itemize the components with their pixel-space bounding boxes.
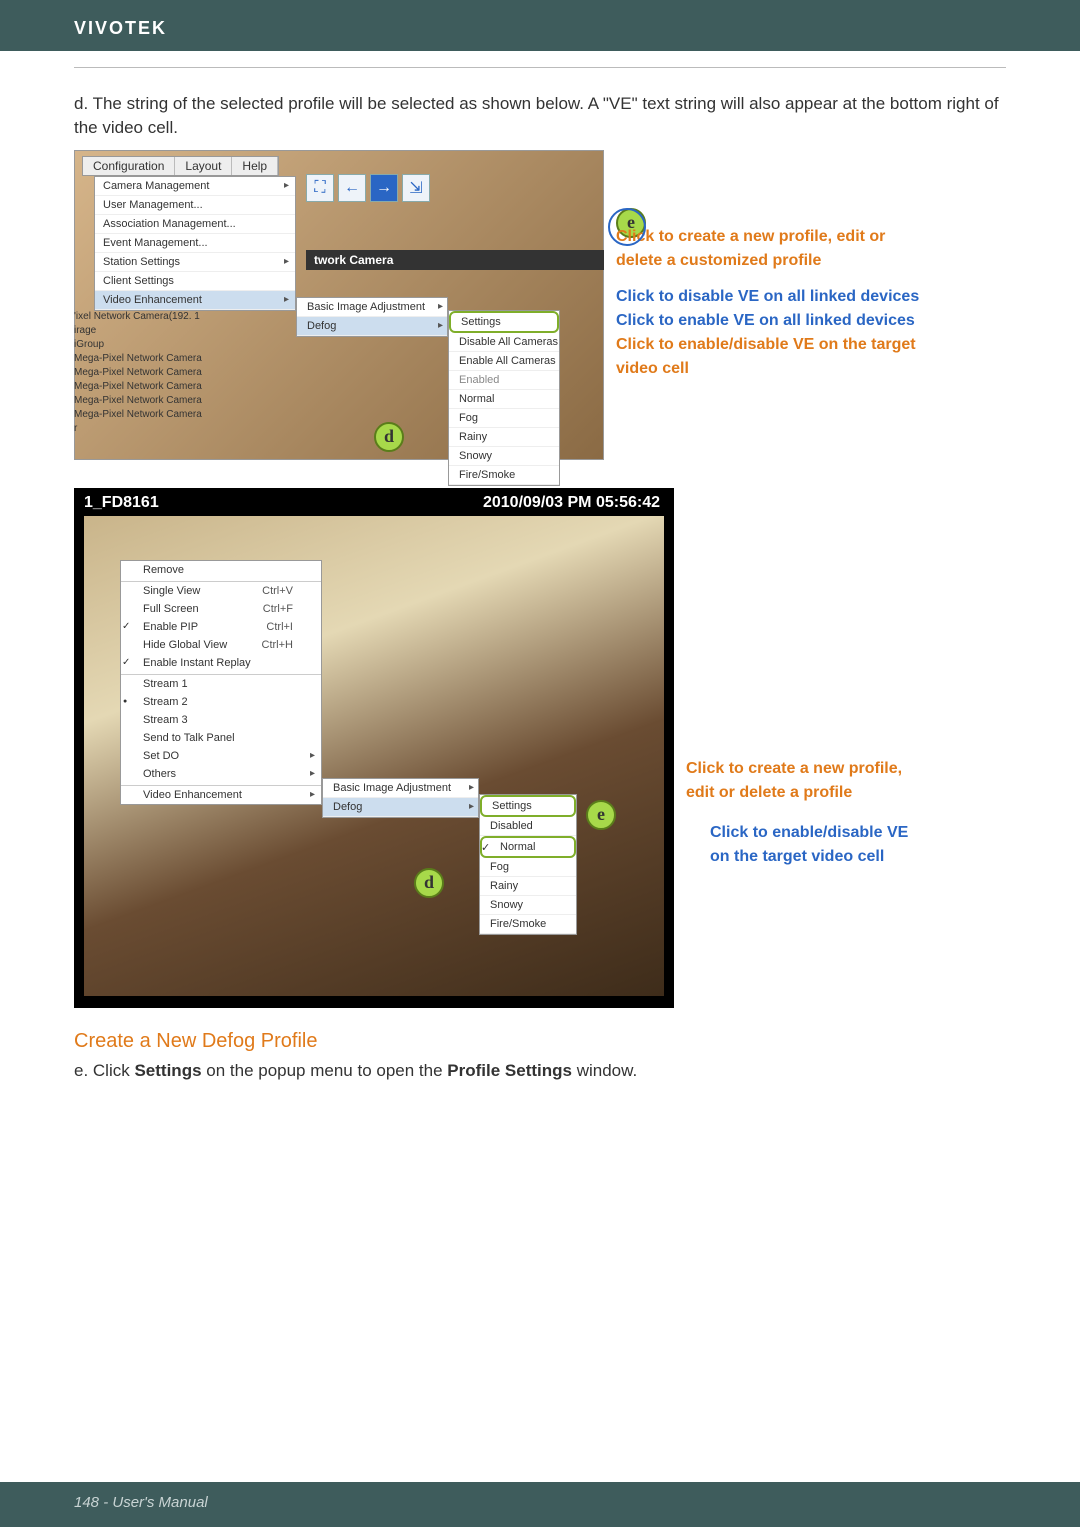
video-timestamp: 2010/09/03 PM 05:56:42: [483, 494, 660, 512]
toolbar: ⛶ ← → ⇲: [306, 174, 430, 202]
defog2-normal[interactable]: ✓Normal: [480, 836, 576, 858]
ann1-enable: Click to enable VE on all linked devices: [616, 312, 919, 330]
ctx-item[interactable]: Video Enhancement: [121, 785, 321, 804]
ve-submenu[interactable]: Basic Image Adjustment Defog: [296, 297, 448, 337]
ctx-item[interactable]: Others: [121, 765, 321, 783]
ctx-item[interactable]: Stream 2●: [121, 693, 321, 711]
ann2-settings-a: Click to create a new profile,: [686, 760, 908, 778]
forward-icon[interactable]: →: [370, 174, 398, 202]
expand-icon[interactable]: ⛶: [306, 174, 334, 202]
ann1-target-b: video cell: [616, 360, 919, 378]
defog-submenu[interactable]: Settings Disable All Cameras Enable All …: [448, 310, 560, 486]
menu-help[interactable]: Help: [232, 157, 278, 175]
brand-header: VIVOTEK: [0, 0, 1080, 51]
header-separator: [74, 67, 1006, 68]
back-icon[interactable]: ←: [338, 174, 366, 202]
cam-item[interactable]: Mega-Pixel Network Camera: [74, 408, 202, 422]
defog2-snowy[interactable]: Snowy: [480, 896, 576, 915]
camera-tree[interactable]: 'ixel Network Camera(192. 1 irage iGroup…: [74, 310, 202, 436]
video-title: 1_FD8161: [84, 494, 159, 512]
ctx-item[interactable]: Single ViewCtrl+V: [121, 581, 321, 600]
menu-layout[interactable]: Layout: [175, 157, 232, 175]
defog2-firesmoke[interactable]: Fire/Smoke: [480, 915, 576, 934]
defog-settings[interactable]: Settings: [449, 311, 559, 333]
pin-icon[interactable]: ⇲: [402, 174, 430, 202]
defog-disable-all[interactable]: Disable All Cameras: [449, 333, 559, 352]
ann1-target-a: Click to enable/disable VE on the target: [616, 336, 919, 354]
ve-basic-image[interactable]: Basic Image Adjustment: [297, 298, 447, 317]
defog2-rainy[interactable]: Rainy: [480, 877, 576, 896]
defog2-fog[interactable]: Fog: [480, 858, 576, 877]
menu-event-mgmt[interactable]: Event Management...: [95, 234, 295, 253]
ann1-settings-a: Click to create a new profile, edit or: [616, 228, 919, 246]
badge-d: d: [374, 422, 404, 452]
ve-submenu-2[interactable]: Basic Image Adjustment Defog: [322, 778, 479, 818]
ann1-disable: Click to disable VE on all linked device…: [616, 288, 919, 306]
page-footer: 148 - User's Manual: [0, 1482, 1080, 1527]
camera-titlebar: twork Camera: [306, 250, 604, 270]
menu-video-enhancement[interactable]: Video Enhancement: [95, 291, 295, 310]
badge-e-2: e: [586, 800, 616, 830]
step-e-post: window.: [572, 1061, 637, 1080]
cam-item[interactable]: 'ixel Network Camera(192. 1: [74, 310, 202, 324]
ann1-settings-b: delete a customized profile: [616, 252, 919, 270]
cam-item[interactable]: r: [74, 422, 202, 436]
ctx-item[interactable]: Stream 1: [121, 674, 321, 693]
defog2-disabled[interactable]: Disabled: [480, 817, 576, 836]
ann2-settings-b: edit or delete a profile: [686, 784, 908, 802]
figure-2: 1_FD8161 2010/09/03 PM 05:56:42 Remove Si…: [74, 488, 674, 1008]
menu-camera-mgmt[interactable]: Camera Management: [95, 177, 295, 196]
ctx-item[interactable]: Enable PIPCtrl+I✓: [121, 618, 321, 636]
step-e-mid: on the popup menu to open the: [202, 1061, 448, 1080]
defog-fog[interactable]: Fog: [449, 409, 559, 428]
badge-d-2: d: [414, 868, 444, 898]
ctx-item[interactable]: Hide Global ViewCtrl+H: [121, 636, 321, 654]
cam-item[interactable]: iGroup: [74, 338, 202, 352]
defog-enabled[interactable]: Enabled: [449, 371, 559, 390]
defog-firesmoke[interactable]: Fire/Smoke: [449, 466, 559, 485]
ctx-item[interactable]: Set DO: [121, 747, 321, 765]
menu-assoc-mgmt[interactable]: Association Management...: [95, 215, 295, 234]
step-e-settings: Settings: [134, 1061, 201, 1080]
menu-configuration[interactable]: Configuration: [83, 157, 175, 175]
menubar[interactable]: Configuration Layout Help: [82, 156, 279, 176]
defog-rainy[interactable]: Rainy: [449, 428, 559, 447]
ann2-target-b: on the target video cell: [686, 848, 908, 866]
defog-snowy[interactable]: Snowy: [449, 447, 559, 466]
section-create-defog: Create a New Defog Profile: [74, 1030, 1006, 1053]
ctx-item[interactable]: Full ScreenCtrl+F: [121, 600, 321, 618]
annotations-2: Click to create a new profile, edit or d…: [686, 488, 908, 872]
defog-enable-all[interactable]: Enable All Cameras: [449, 352, 559, 371]
ann2-target-a: Click to enable/disable VE: [686, 824, 908, 842]
ctx-item[interactable]: Remove: [121, 561, 321, 579]
cam-item[interactable]: Mega-Pixel Network Camera: [74, 380, 202, 394]
defog-submenu-2[interactable]: Settings Disabled ✓Normal Fog Rainy Snow…: [479, 794, 577, 935]
context-menu[interactable]: Remove Single ViewCtrl+VFull ScreenCtrl+F…: [120, 560, 322, 805]
ctx-item[interactable]: Enable Instant Replay✓: [121, 654, 321, 672]
ve2-defog[interactable]: Defog: [323, 798, 478, 817]
menu-station-settings[interactable]: Station Settings: [95, 253, 295, 272]
intro-text: d. The string of the selected profile wi…: [74, 92, 1006, 140]
step-e: e. Click Settings on the popup menu to o…: [74, 1059, 1006, 1083]
menu-client-settings[interactable]: Client Settings: [95, 272, 295, 291]
cam-item[interactable]: Mega-Pixel Network Camera: [74, 352, 202, 366]
ctx-item[interactable]: Stream 3: [121, 711, 321, 729]
cam-item[interactable]: Mega-Pixel Network Camera: [74, 394, 202, 408]
cam-item[interactable]: irage: [74, 324, 202, 338]
menu-user-mgmt[interactable]: User Management...: [95, 196, 295, 215]
defog-normal[interactable]: Normal: [449, 390, 559, 409]
annotations-1: Click to create a new profile, edit or d…: [616, 150, 919, 384]
cam-item[interactable]: Mega-Pixel Network Camera: [74, 366, 202, 380]
ve2-basic[interactable]: Basic Image Adjustment: [323, 779, 478, 798]
figure-1: Configuration Layout Help ⛶ ← → ⇲ twork …: [74, 150, 604, 460]
step-e-profile-settings: Profile Settings: [447, 1061, 572, 1080]
step-e-pre: e. Click: [74, 1061, 134, 1080]
ctx-item[interactable]: Send to Talk Panel: [121, 729, 321, 747]
defog2-settings[interactable]: Settings: [480, 795, 576, 817]
ve-defog[interactable]: Defog: [297, 317, 447, 336]
configuration-menu[interactable]: Camera Management User Management... Ass…: [94, 176, 296, 311]
